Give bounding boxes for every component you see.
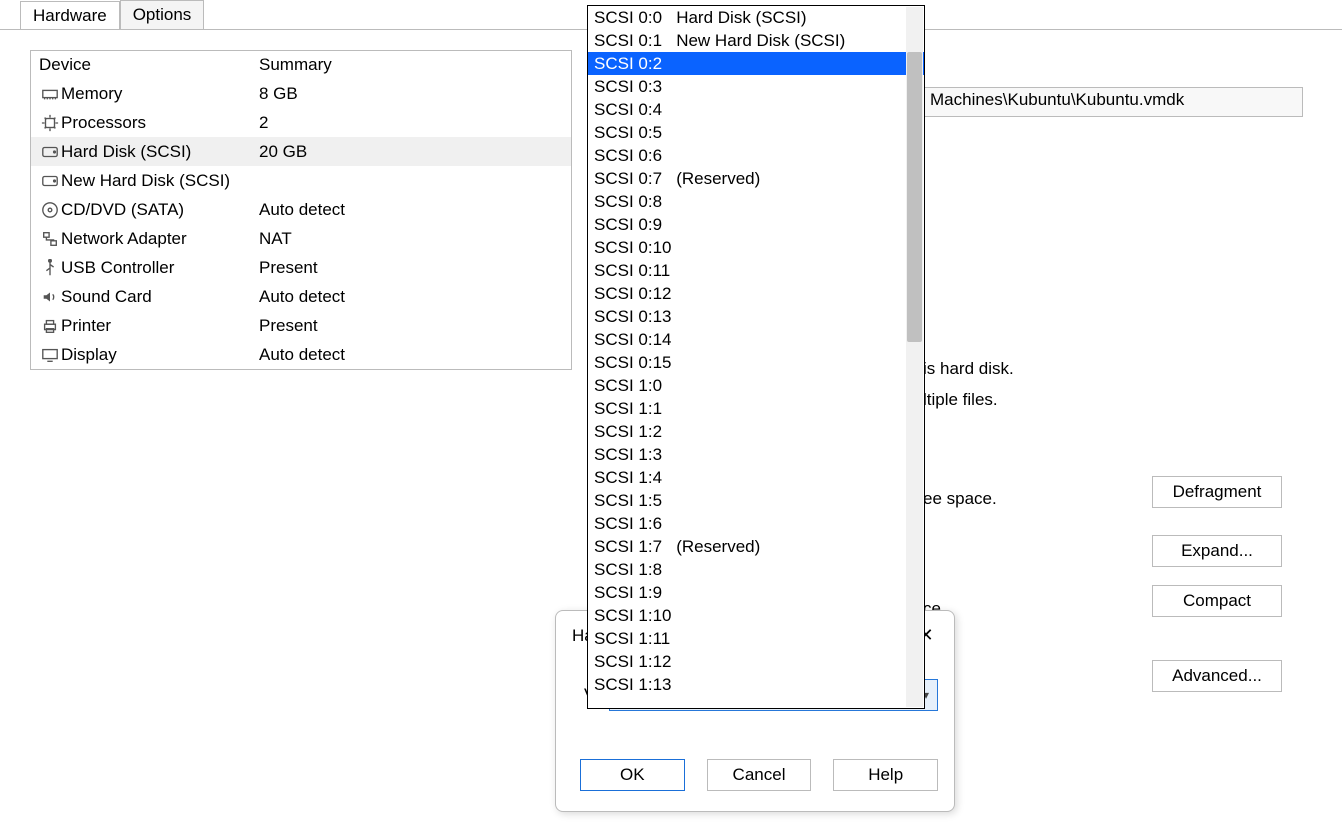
device-summary: Present: [259, 316, 563, 336]
device-summary: 20 GB: [259, 142, 563, 162]
device-row[interactable]: Sound CardAuto detect: [31, 282, 571, 311]
cd-icon: [39, 201, 61, 219]
dropdown-option[interactable]: SCSI 0:15: [588, 351, 924, 374]
dropdown-option[interactable]: SCSI 0:6: [588, 144, 924, 167]
device-summary: Auto detect: [259, 200, 563, 220]
device-row[interactable]: Hard Disk (SCSI)20 GB: [31, 137, 571, 166]
dropdown-option[interactable]: SCSI 1:0: [588, 374, 924, 397]
disk-icon: [39, 172, 61, 190]
dropdown-option[interactable]: SCSI 0:0 Hard Disk (SCSI): [588, 6, 924, 29]
cpu-icon: [39, 114, 61, 132]
display-icon: [39, 346, 61, 364]
device-summary: NAT: [259, 229, 563, 249]
device-name: Hard Disk (SCSI): [61, 142, 259, 162]
help-button[interactable]: Help: [833, 759, 938, 791]
device-list-header: Device Summary: [31, 51, 571, 79]
expand-button[interactable]: Expand...: [1152, 535, 1282, 567]
dropdown-option[interactable]: SCSI 0:2: [588, 52, 924, 75]
device-name: Network Adapter: [61, 229, 259, 249]
device-name: Memory: [61, 84, 259, 104]
dropdown-option[interactable]: SCSI 1:3: [588, 443, 924, 466]
advanced-button[interactable]: Advanced...: [1152, 660, 1282, 692]
dropdown-option[interactable]: SCSI 1:1: [588, 397, 924, 420]
device-row[interactable]: DisplayAuto detect: [31, 340, 571, 369]
device-name: Sound Card: [61, 287, 259, 307]
dropdown-option[interactable]: SCSI 1:10: [588, 604, 924, 627]
device-row[interactable]: New Hard Disk (SCSI): [31, 166, 571, 195]
disk-file-field[interactable]: Machines\Kubuntu\Kubuntu.vmdk: [923, 87, 1303, 117]
dropdown-option[interactable]: SCSI 0:10: [588, 236, 924, 259]
dropdown-option[interactable]: SCSI 1:9: [588, 581, 924, 604]
dropdown-option[interactable]: SCSI 0:13: [588, 305, 924, 328]
device-name: CD/DVD (SATA): [61, 200, 259, 220]
device-row[interactable]: USB ControllerPresent: [31, 253, 571, 282]
dropdown-option[interactable]: SCSI 1:11: [588, 627, 924, 650]
disk-info-text: ee space.: [923, 489, 997, 509]
dropdown-option[interactable]: SCSI 0:7 (Reserved): [588, 167, 924, 190]
tabs: Hardware Options: [20, 0, 204, 29]
device-name: Printer: [61, 316, 259, 336]
device-name: Processors: [61, 113, 259, 133]
dropdown-option[interactable]: SCSI 1:4: [588, 466, 924, 489]
device-list: Device Summary Memory8 GBProcessors2Hard…: [30, 50, 572, 370]
dropdown-option[interactable]: SCSI 0:12: [588, 282, 924, 305]
scrollbar[interactable]: [906, 7, 923, 707]
device-name: Display: [61, 345, 259, 365]
device-row[interactable]: Network AdapterNAT: [31, 224, 571, 253]
disk-info-text: is hard disk.: [923, 359, 1014, 379]
dropdown-option[interactable]: SCSI 1:8: [588, 558, 924, 581]
device-row[interactable]: PrinterPresent: [31, 311, 571, 340]
device-row[interactable]: Memory8 GB: [31, 79, 571, 108]
dropdown-option[interactable]: SCSI 1:7 (Reserved): [588, 535, 924, 558]
col-device: Device: [39, 55, 259, 75]
ok-button[interactable]: OK: [580, 759, 685, 791]
dropdown-option[interactable]: SCSI 0:3: [588, 75, 924, 98]
dropdown-option[interactable]: SCSI 1:13: [588, 673, 924, 696]
compact-button[interactable]: Compact: [1152, 585, 1282, 617]
device-summary: Auto detect: [259, 345, 563, 365]
device-name: New Hard Disk (SCSI): [61, 171, 259, 191]
memory-icon: [39, 85, 61, 103]
device-summary: Auto detect: [259, 287, 563, 307]
scsi-node-dropdown-list: SCSI 0:0 Hard Disk (SCSI)SCSI 0:1 New Ha…: [587, 5, 925, 709]
sound-icon: [39, 288, 61, 306]
dropdown-option[interactable]: SCSI 0:1 New Hard Disk (SCSI): [588, 29, 924, 52]
tab-hardware[interactable]: Hardware: [20, 1, 120, 30]
device-summary: 2: [259, 113, 563, 133]
dropdown-option[interactable]: SCSI 0:9: [588, 213, 924, 236]
net-icon: [39, 230, 61, 248]
dropdown-option[interactable]: SCSI 0:5: [588, 121, 924, 144]
printer-icon: [39, 317, 61, 335]
tab-options[interactable]: Options: [120, 0, 205, 29]
disk-icon: [39, 143, 61, 161]
dropdown-option[interactable]: SCSI 0:11: [588, 259, 924, 282]
dropdown-option[interactable]: SCSI 1:6: [588, 512, 924, 535]
dropdown-option[interactable]: SCSI 0:8: [588, 190, 924, 213]
dropdown-option[interactable]: SCSI 1:5: [588, 489, 924, 512]
device-row[interactable]: CD/DVD (SATA)Auto detect: [31, 195, 571, 224]
col-summary: Summary: [259, 55, 563, 75]
cancel-button[interactable]: Cancel: [707, 759, 812, 791]
device-summary: 8 GB: [259, 84, 563, 104]
disk-info-text: ltiple files.: [923, 390, 998, 410]
device-name: USB Controller: [61, 258, 259, 278]
defragment-button[interactable]: Defragment: [1152, 476, 1282, 508]
dropdown-option[interactable]: SCSI 0:14: [588, 328, 924, 351]
dropdown-option[interactable]: SCSI 1:12: [588, 650, 924, 673]
device-row[interactable]: Processors2: [31, 108, 571, 137]
usb-icon: [39, 259, 61, 277]
dropdown-option[interactable]: SCSI 1:2: [588, 420, 924, 443]
scrollbar-thumb[interactable]: [907, 52, 922, 342]
dropdown-option[interactable]: SCSI 0:4: [588, 98, 924, 121]
device-summary: Present: [259, 258, 563, 278]
